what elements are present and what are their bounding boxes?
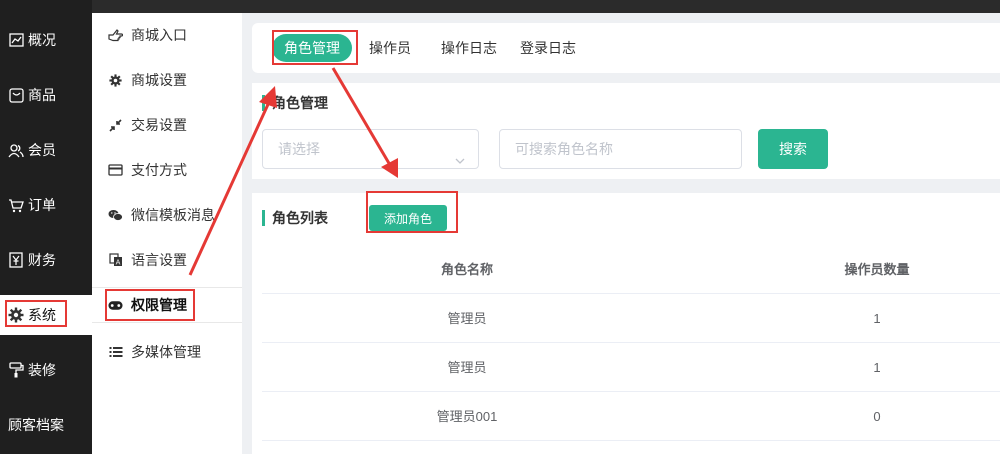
submenu-item-wechat-templates[interactable]: 微信模板消息 [92, 197, 242, 233]
chart-icon [8, 32, 24, 48]
submenu-item-mall-settings[interactable]: 商城设置 [92, 62, 242, 98]
submenu-item-payment[interactable]: 支付方式 [92, 152, 242, 188]
table-header-row: 角色名称 操作员数量 [262, 245, 1000, 294]
gamepad-icon [108, 298, 123, 313]
cell-role-name: 管理员 [447, 360, 487, 375]
secondary-sidebar: 商城入口 商城设置 交易设置 支付方式 微信模板消息 A 语言设置 权限管理 多… [92, 13, 242, 454]
table-row[interactable]: 管理员001 0 [262, 392, 1000, 441]
sidebar-item-members[interactable]: 会员 [0, 130, 92, 170]
submenu-item-media[interactable]: 多媒体管理 [92, 334, 242, 370]
submenu-item-label: 支付方式 [131, 162, 187, 178]
pointer-hand-icon [108, 28, 123, 43]
section-title-role-management: 角色管理 [262, 95, 328, 111]
sidebar-item-label: 顾客档案 [8, 417, 64, 433]
users-icon [8, 142, 24, 158]
cog-icon [108, 73, 123, 88]
submenu-item-trade-settings[interactable]: 交易设置 [92, 107, 242, 143]
sidebar-item-label: 商品 [28, 87, 56, 103]
sidebar-item-goods[interactable]: 商品 [0, 75, 92, 115]
credit-card-icon [108, 163, 123, 178]
sidebar-item-label: 系统 [28, 307, 56, 323]
cell-operator-count: 0 [873, 409, 881, 424]
sidebar-item-label: 财务 [28, 252, 56, 268]
sidebar-item-customer-files[interactable]: 顾客档案 [0, 405, 92, 445]
submenu-item-permissions[interactable]: 权限管理 [92, 287, 242, 323]
section-title-role-list: 角色列表 [262, 210, 328, 226]
box-icon [8, 87, 24, 103]
cell-role-name: 管理员001 [436, 409, 498, 424]
submenu-item-label: 权限管理 [131, 297, 187, 313]
cell-operator-count: 1 [873, 360, 881, 375]
cell-role-name: 管理员 [447, 311, 487, 326]
search-button[interactable]: 搜索 [758, 129, 828, 169]
submenu-item-label: 商城入口 [131, 27, 187, 43]
svg-text:A: A [115, 259, 120, 267]
role-name-search-input[interactable] [499, 129, 742, 169]
sidebar-item-label: 会员 [28, 142, 56, 158]
sidebar-item-label: 订单 [28, 197, 56, 213]
submenu-item-label: 多媒体管理 [131, 344, 201, 360]
gear-icon [8, 307, 24, 323]
sidebar-item-system[interactable]: 系统 [0, 295, 92, 335]
list-icon [108, 345, 123, 360]
tab-login-log[interactable]: 登录日志 [520, 34, 576, 62]
tab-role-management[interactable]: 角色管理 [272, 34, 352, 62]
sidebar-item-label: 概况 [28, 32, 56, 48]
tab-operators[interactable]: 操作员 [369, 34, 411, 62]
primary-sidebar: 概况 商品 会员 订单 财务 系统 装修 顾客档案 [0, 0, 92, 454]
column-header-role-name: 角色名称 [440, 262, 493, 277]
submenu-item-language[interactable]: A 语言设置 [92, 242, 242, 278]
translate-icon: A [108, 253, 123, 268]
sidebar-item-decoration[interactable]: 装修 [0, 350, 92, 390]
submenu-item-mall-entry[interactable]: 商城入口 [92, 17, 242, 53]
submenu-item-label: 微信模板消息 [131, 207, 215, 223]
role-table: 角色名称 操作员数量 管理员 1 管理员 1 管理员001 0 [262, 245, 1000, 441]
tab-operation-log[interactable]: 操作日志 [441, 34, 497, 62]
paint-roller-icon [8, 362, 24, 378]
submenu-item-label: 交易设置 [131, 117, 187, 133]
select-placeholder: 请选择 [278, 141, 320, 157]
column-header-operator-count: 操作员数量 [844, 262, 910, 277]
sidebar-item-overview[interactable]: 概况 [0, 20, 92, 60]
yen-icon [8, 252, 24, 268]
chevron-down-icon [454, 143, 466, 164]
table-row[interactable]: 管理员 1 [262, 294, 1000, 343]
cart-icon [8, 197, 24, 213]
sidebar-item-finance[interactable]: 财务 [0, 240, 92, 280]
role-select[interactable]: 请选择 [262, 129, 479, 169]
compress-arrows-icon [108, 118, 123, 133]
wechat-icon [108, 208, 123, 223]
tab-bar: 角色管理 操作员 操作日志 登录日志 [252, 23, 1000, 73]
table-row[interactable]: 管理员 1 [262, 343, 1000, 392]
submenu-item-label: 语言设置 [131, 252, 187, 268]
submenu-item-label: 商城设置 [131, 72, 187, 88]
add-role-button[interactable]: 添加角色 [369, 205, 447, 231]
filter-panel: 角色管理 请选择 搜索 [252, 83, 1000, 179]
role-list-panel: 角色列表 添加角色 角色名称 操作员数量 管理员 1 管理员 1 管理员001 … [252, 193, 1000, 454]
cell-operator-count: 1 [873, 311, 881, 326]
sidebar-item-orders[interactable]: 订单 [0, 185, 92, 225]
sidebar-item-label: 装修 [28, 362, 56, 378]
top-bar [0, 0, 1000, 13]
